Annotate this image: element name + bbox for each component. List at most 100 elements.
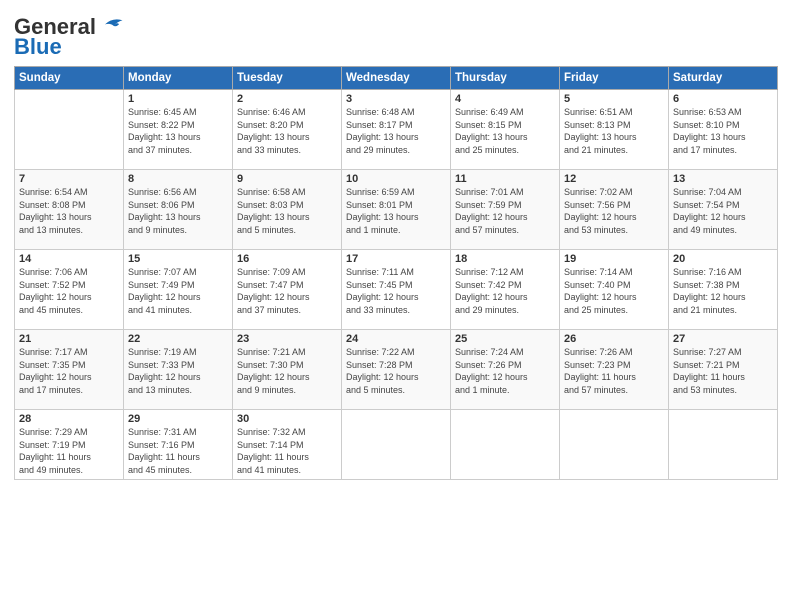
day-cell xyxy=(15,90,124,170)
day-number: 8 xyxy=(128,173,228,185)
week-row-3: 14Sunrise: 7:06 AMSunset: 7:52 PMDayligh… xyxy=(15,250,778,330)
day-cell: 15Sunrise: 7:07 AMSunset: 7:49 PMDayligh… xyxy=(124,250,233,330)
day-number: 7 xyxy=(19,173,119,185)
calendar-table: SundayMondayTuesdayWednesdayThursdayFrid… xyxy=(14,66,778,480)
day-cell: 20Sunrise: 7:16 AMSunset: 7:38 PMDayligh… xyxy=(669,250,778,330)
day-number: 5 xyxy=(564,93,664,105)
day-info: Sunrise: 7:01 AMSunset: 7:59 PMDaylight:… xyxy=(455,186,555,236)
day-info: Sunrise: 7:14 AMSunset: 7:40 PMDaylight:… xyxy=(564,266,664,316)
day-cell: 12Sunrise: 7:02 AMSunset: 7:56 PMDayligh… xyxy=(560,170,669,250)
header-cell-sunday: Sunday xyxy=(15,67,124,90)
day-cell: 6Sunrise: 6:53 AMSunset: 8:10 PMDaylight… xyxy=(669,90,778,170)
day-info: Sunrise: 7:16 AMSunset: 7:38 PMDaylight:… xyxy=(673,266,773,316)
day-info: Sunrise: 6:59 AMSunset: 8:01 PMDaylight:… xyxy=(346,186,446,236)
day-info: Sunrise: 7:11 AMSunset: 7:45 PMDaylight:… xyxy=(346,266,446,316)
day-cell: 11Sunrise: 7:01 AMSunset: 7:59 PMDayligh… xyxy=(451,170,560,250)
day-cell: 17Sunrise: 7:11 AMSunset: 7:45 PMDayligh… xyxy=(342,250,451,330)
day-cell xyxy=(342,410,451,480)
day-number: 3 xyxy=(346,93,446,105)
day-cell: 1Sunrise: 6:45 AMSunset: 8:22 PMDaylight… xyxy=(124,90,233,170)
day-info: Sunrise: 7:07 AMSunset: 7:49 PMDaylight:… xyxy=(128,266,228,316)
day-info: Sunrise: 7:22 AMSunset: 7:28 PMDaylight:… xyxy=(346,346,446,396)
day-number: 6 xyxy=(673,93,773,105)
header-cell-friday: Friday xyxy=(560,67,669,90)
logo: General Blue xyxy=(14,14,126,60)
day-cell: 29Sunrise: 7:31 AMSunset: 7:16 PMDayligh… xyxy=(124,410,233,480)
day-number: 18 xyxy=(455,253,555,265)
day-number: 28 xyxy=(19,413,119,425)
week-row-2: 7Sunrise: 6:54 AMSunset: 8:08 PMDaylight… xyxy=(15,170,778,250)
day-cell: 14Sunrise: 7:06 AMSunset: 7:52 PMDayligh… xyxy=(15,250,124,330)
day-info: Sunrise: 6:56 AMSunset: 8:06 PMDaylight:… xyxy=(128,186,228,236)
day-number: 20 xyxy=(673,253,773,265)
day-info: Sunrise: 6:53 AMSunset: 8:10 PMDaylight:… xyxy=(673,106,773,156)
day-number: 30 xyxy=(237,413,337,425)
day-number: 9 xyxy=(237,173,337,185)
day-cell: 24Sunrise: 7:22 AMSunset: 7:28 PMDayligh… xyxy=(342,330,451,410)
day-number: 27 xyxy=(673,333,773,345)
day-number: 12 xyxy=(564,173,664,185)
day-cell: 5Sunrise: 6:51 AMSunset: 8:13 PMDaylight… xyxy=(560,90,669,170)
day-cell: 4Sunrise: 6:49 AMSunset: 8:15 PMDaylight… xyxy=(451,90,560,170)
header-cell-monday: Monday xyxy=(124,67,233,90)
day-cell: 3Sunrise: 6:48 AMSunset: 8:17 PMDaylight… xyxy=(342,90,451,170)
day-number: 29 xyxy=(128,413,228,425)
day-info: Sunrise: 7:19 AMSunset: 7:33 PMDaylight:… xyxy=(128,346,228,396)
day-info: Sunrise: 7:26 AMSunset: 7:23 PMDaylight:… xyxy=(564,346,664,396)
day-cell xyxy=(451,410,560,480)
day-number: 24 xyxy=(346,333,446,345)
day-number: 26 xyxy=(564,333,664,345)
day-number: 21 xyxy=(19,333,119,345)
header-cell-wednesday: Wednesday xyxy=(342,67,451,90)
day-cell: 28Sunrise: 7:29 AMSunset: 7:19 PMDayligh… xyxy=(15,410,124,480)
day-cell: 22Sunrise: 7:19 AMSunset: 7:33 PMDayligh… xyxy=(124,330,233,410)
day-cell: 9Sunrise: 6:58 AMSunset: 8:03 PMDaylight… xyxy=(233,170,342,250)
day-number: 14 xyxy=(19,253,119,265)
week-row-1: 1Sunrise: 6:45 AMSunset: 8:22 PMDaylight… xyxy=(15,90,778,170)
day-info: Sunrise: 7:29 AMSunset: 7:19 PMDaylight:… xyxy=(19,426,119,476)
day-info: Sunrise: 7:32 AMSunset: 7:14 PMDaylight:… xyxy=(237,426,337,476)
day-number: 25 xyxy=(455,333,555,345)
day-info: Sunrise: 6:46 AMSunset: 8:20 PMDaylight:… xyxy=(237,106,337,156)
day-cell: 27Sunrise: 7:27 AMSunset: 7:21 PMDayligh… xyxy=(669,330,778,410)
day-number: 23 xyxy=(237,333,337,345)
day-info: Sunrise: 6:51 AMSunset: 8:13 PMDaylight:… xyxy=(564,106,664,156)
day-number: 15 xyxy=(128,253,228,265)
day-cell: 23Sunrise: 7:21 AMSunset: 7:30 PMDayligh… xyxy=(233,330,342,410)
day-info: Sunrise: 6:45 AMSunset: 8:22 PMDaylight:… xyxy=(128,106,228,156)
calendar-header-row: SundayMondayTuesdayWednesdayThursdayFrid… xyxy=(15,67,778,90)
day-info: Sunrise: 7:12 AMSunset: 7:42 PMDaylight:… xyxy=(455,266,555,316)
day-cell: 18Sunrise: 7:12 AMSunset: 7:42 PMDayligh… xyxy=(451,250,560,330)
day-number: 10 xyxy=(346,173,446,185)
header-cell-tuesday: Tuesday xyxy=(233,67,342,90)
day-info: Sunrise: 7:02 AMSunset: 7:56 PMDaylight:… xyxy=(564,186,664,236)
day-cell: 30Sunrise: 7:32 AMSunset: 7:14 PMDayligh… xyxy=(233,410,342,480)
day-number: 19 xyxy=(564,253,664,265)
day-cell xyxy=(560,410,669,480)
day-info: Sunrise: 7:27 AMSunset: 7:21 PMDaylight:… xyxy=(673,346,773,396)
day-info: Sunrise: 6:58 AMSunset: 8:03 PMDaylight:… xyxy=(237,186,337,236)
day-info: Sunrise: 7:17 AMSunset: 7:35 PMDaylight:… xyxy=(19,346,119,396)
day-info: Sunrise: 7:24 AMSunset: 7:26 PMDaylight:… xyxy=(455,346,555,396)
day-number: 2 xyxy=(237,93,337,105)
day-cell: 10Sunrise: 6:59 AMSunset: 8:01 PMDayligh… xyxy=(342,170,451,250)
day-info: Sunrise: 7:09 AMSunset: 7:47 PMDaylight:… xyxy=(237,266,337,316)
day-cell xyxy=(669,410,778,480)
day-info: Sunrise: 7:04 AMSunset: 7:54 PMDaylight:… xyxy=(673,186,773,236)
day-number: 16 xyxy=(237,253,337,265)
day-cell: 25Sunrise: 7:24 AMSunset: 7:26 PMDayligh… xyxy=(451,330,560,410)
day-info: Sunrise: 6:48 AMSunset: 8:17 PMDaylight:… xyxy=(346,106,446,156)
day-cell: 21Sunrise: 7:17 AMSunset: 7:35 PMDayligh… xyxy=(15,330,124,410)
day-cell: 8Sunrise: 6:56 AMSunset: 8:06 PMDaylight… xyxy=(124,170,233,250)
day-info: Sunrise: 7:31 AMSunset: 7:16 PMDaylight:… xyxy=(128,426,228,476)
logo-bird-icon xyxy=(98,14,126,32)
day-info: Sunrise: 6:49 AMSunset: 8:15 PMDaylight:… xyxy=(455,106,555,156)
day-number: 11 xyxy=(455,173,555,185)
day-number: 17 xyxy=(346,253,446,265)
day-cell: 19Sunrise: 7:14 AMSunset: 7:40 PMDayligh… xyxy=(560,250,669,330)
calendar-body: 1Sunrise: 6:45 AMSunset: 8:22 PMDaylight… xyxy=(15,90,778,480)
day-number: 4 xyxy=(455,93,555,105)
day-number: 22 xyxy=(128,333,228,345)
day-cell: 13Sunrise: 7:04 AMSunset: 7:54 PMDayligh… xyxy=(669,170,778,250)
header-cell-saturday: Saturday xyxy=(669,67,778,90)
